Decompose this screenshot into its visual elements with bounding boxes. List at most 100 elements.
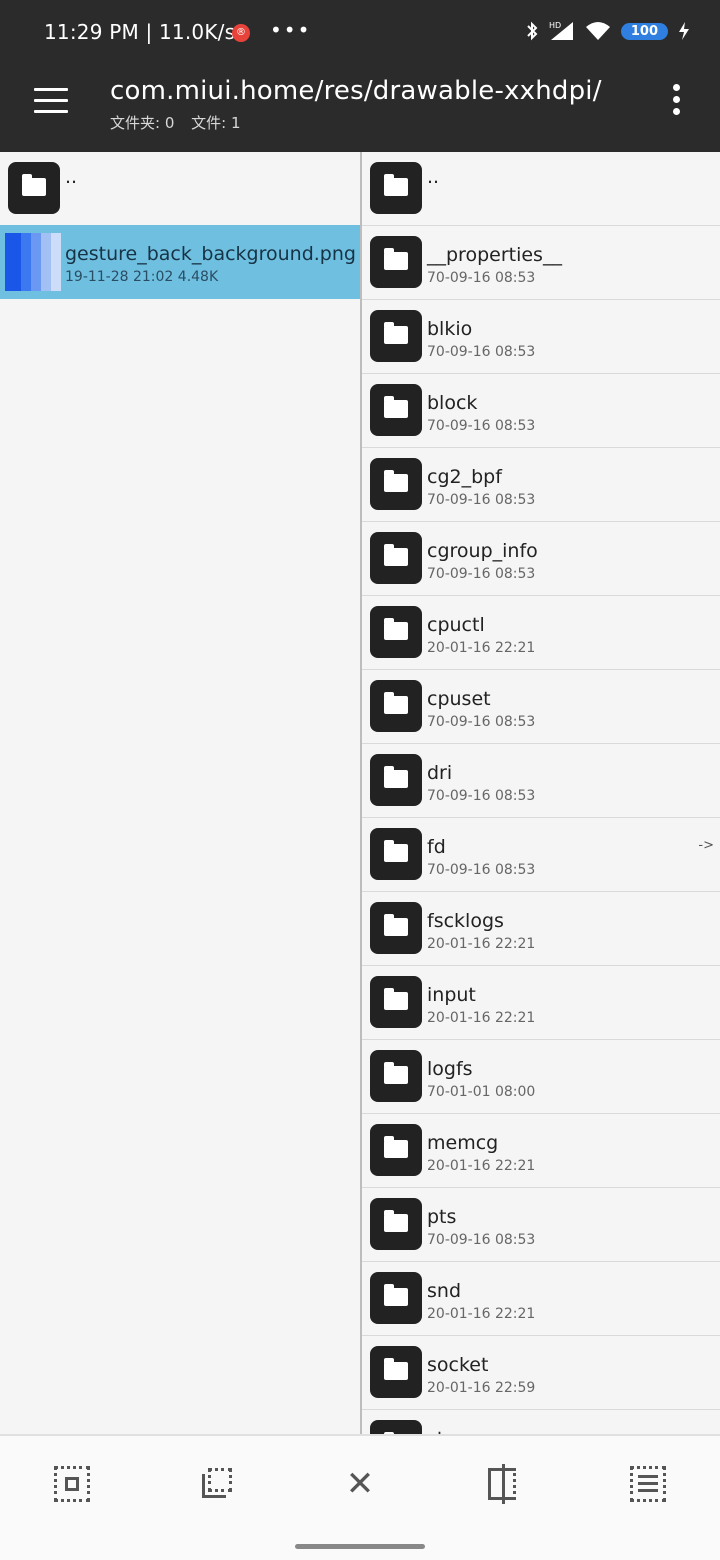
charging-icon	[679, 22, 689, 40]
folder-icon	[8, 162, 60, 214]
folder-name: block	[427, 392, 478, 414]
folder-row[interactable]: __properties__ 70-09-16 08:53	[362, 226, 720, 300]
bluetooth-icon	[527, 21, 538, 41]
folder-icon	[370, 828, 422, 880]
menu-icon[interactable]	[34, 88, 68, 114]
folder-date: 70-09-16 08:53	[427, 270, 536, 286]
folder-name: socket	[427, 1354, 489, 1376]
select-all-icon[interactable]	[54, 1466, 90, 1502]
folder-name: cpuctl	[427, 614, 485, 636]
list-select-icon[interactable]	[630, 1466, 666, 1502]
folder-name: memcg	[427, 1132, 499, 1154]
folder-icon	[370, 236, 422, 288]
parent-directory-row[interactable]: ..	[362, 152, 720, 226]
status-time: 11:29 PM | 11.0K/s	[44, 20, 236, 44]
invert-selection-icon[interactable]	[486, 1464, 522, 1504]
folder-icon	[370, 902, 422, 954]
folder-date: 20-01-16 22:59	[427, 1380, 536, 1396]
folder-name: __properties__	[427, 244, 562, 266]
folder-icon	[370, 310, 422, 362]
parent-directory-row[interactable]: ..	[0, 152, 360, 225]
folder-date: 70-09-16 08:53	[427, 566, 536, 582]
folder-icon	[370, 754, 422, 806]
file-meta: 19-11-28 21:02 4.48K	[65, 269, 219, 285]
folder-name: dri	[427, 762, 453, 784]
parent-directory-label: ..	[427, 166, 440, 188]
right-file-panel[interactable]: .. __properties__ 70-09-16 08:53 blkio 70-0…	[362, 152, 720, 1434]
folder-name: cgroup_info	[427, 540, 538, 562]
folder-row[interactable]: snd 20-01-16 22:21	[362, 1262, 720, 1336]
overflow-menu-icon[interactable]	[672, 84, 682, 120]
folder-row[interactable]: input 20-01-16 22:21	[362, 966, 720, 1040]
folder-row[interactable]: cg2_bpf 70-09-16 08:53	[362, 448, 720, 522]
status-icons: HD 100	[525, 20, 690, 42]
file-name: gesture_back_background.png	[65, 243, 356, 265]
select-range-icon[interactable]	[198, 1466, 234, 1502]
folder-icon	[370, 680, 422, 732]
folder-name: snd	[427, 1280, 462, 1302]
folder-date: 70-09-16 08:53	[427, 418, 536, 434]
battery-level: 100	[620, 22, 668, 40]
folder-date: 20-01-16 22:21	[427, 640, 536, 656]
folder-row[interactable]: socket 20-01-16 22:59	[362, 1336, 720, 1410]
folder-row[interactable]: dri 70-09-16 08:53	[362, 744, 720, 818]
symlink-indicator: ->	[698, 838, 714, 853]
folder-icon	[370, 162, 422, 214]
folder-date: 70-09-16 08:53	[427, 714, 536, 730]
folder-icon	[370, 976, 422, 1028]
folder-icon	[370, 1272, 422, 1324]
app-bar: com.miui.home/res/drawable-xxhdpi/ 文件夹: …	[0, 50, 720, 152]
navigation-bar	[0, 1530, 720, 1560]
folder-file-count: 文件夹: 0 文件: 1	[110, 112, 253, 133]
folder-row[interactable]: cpuset 70-09-16 08:53	[362, 670, 720, 744]
folder-name: cg2_bpf	[427, 466, 502, 488]
image-thumbnail-icon	[5, 233, 61, 291]
folder-date: 70-09-16 08:53	[427, 862, 536, 878]
folder-name: blkio	[427, 318, 473, 340]
folder-row[interactable]: cpuctl 20-01-16 22:21	[362, 596, 720, 670]
folder-row[interactable]: memcg 20-01-16 22:21	[362, 1114, 720, 1188]
folder-row[interactable]: blkio 70-09-16 08:53	[362, 300, 720, 374]
more-notifications-icon: •••	[270, 18, 312, 42]
signal-hd-icon: HD	[549, 21, 573, 40]
folder-date: 70-09-16 08:53	[427, 788, 536, 804]
folder-date: 70-09-16 08:53	[427, 344, 536, 360]
folder-row[interactable]: logfs 70-01-01 08:00	[362, 1040, 720, 1114]
wifi-icon	[585, 22, 610, 40]
folder-icon	[370, 532, 422, 584]
folder-icon	[370, 1198, 422, 1250]
home-gesture-bar[interactable]	[295, 1544, 425, 1549]
folder-icon	[370, 1050, 422, 1102]
current-path: com.miui.home/res/drawable-xxhdpi/	[110, 76, 602, 106]
folder-row[interactable]: fscklogs 20-01-16 22:21	[362, 892, 720, 966]
bottom-toolbar: ✕	[0, 1434, 720, 1532]
folder-date: 20-01-16 22:21	[427, 1158, 536, 1174]
folder-date: 20-01-16 22:21	[427, 936, 536, 952]
close-selection-button[interactable]: ✕	[342, 1466, 378, 1502]
folder-icon	[370, 458, 422, 510]
folder-row[interactable]: fd 70-09-16 08:53 ->	[362, 818, 720, 892]
folder-icon	[370, 606, 422, 658]
folder-date: 20-01-16 22:21	[427, 1306, 536, 1322]
folder-count: 文件夹: 0	[110, 114, 175, 132]
folder-row[interactable]: block 70-09-16 08:53	[362, 374, 720, 448]
folder-row[interactable]: stune	[362, 1410, 720, 1434]
folder-icon	[370, 1420, 422, 1434]
folder-name: cpuset	[427, 688, 491, 710]
folder-icon	[370, 384, 422, 436]
left-file-panel[interactable]: .. gesture_back_background.png 19-11-28 …	[0, 152, 362, 1434]
folder-row[interactable]: pts 70-09-16 08:53	[362, 1188, 720, 1262]
parent-directory-label: ..	[65, 166, 78, 188]
folder-date: 70-09-16 08:53	[427, 1232, 536, 1248]
file-count: 文件: 1	[191, 114, 241, 132]
selected-file-row[interactable]: gesture_back_background.png 19-11-28 21:…	[0, 225, 360, 299]
folder-date: 70-09-16 08:53	[427, 492, 536, 508]
folder-date: 20-01-16 22:21	[427, 1010, 536, 1026]
folder-row[interactable]: cgroup_info 70-09-16 08:53	[362, 522, 720, 596]
status-bar: 11:29 PM | 11.0K/s ® ••• HD 100	[0, 0, 720, 50]
folder-name: pts	[427, 1206, 457, 1228]
folder-icon	[370, 1346, 422, 1398]
svg-text:HD: HD	[549, 21, 561, 30]
folder-date: 70-01-01 08:00	[427, 1084, 536, 1100]
folder-name: input	[427, 984, 476, 1006]
